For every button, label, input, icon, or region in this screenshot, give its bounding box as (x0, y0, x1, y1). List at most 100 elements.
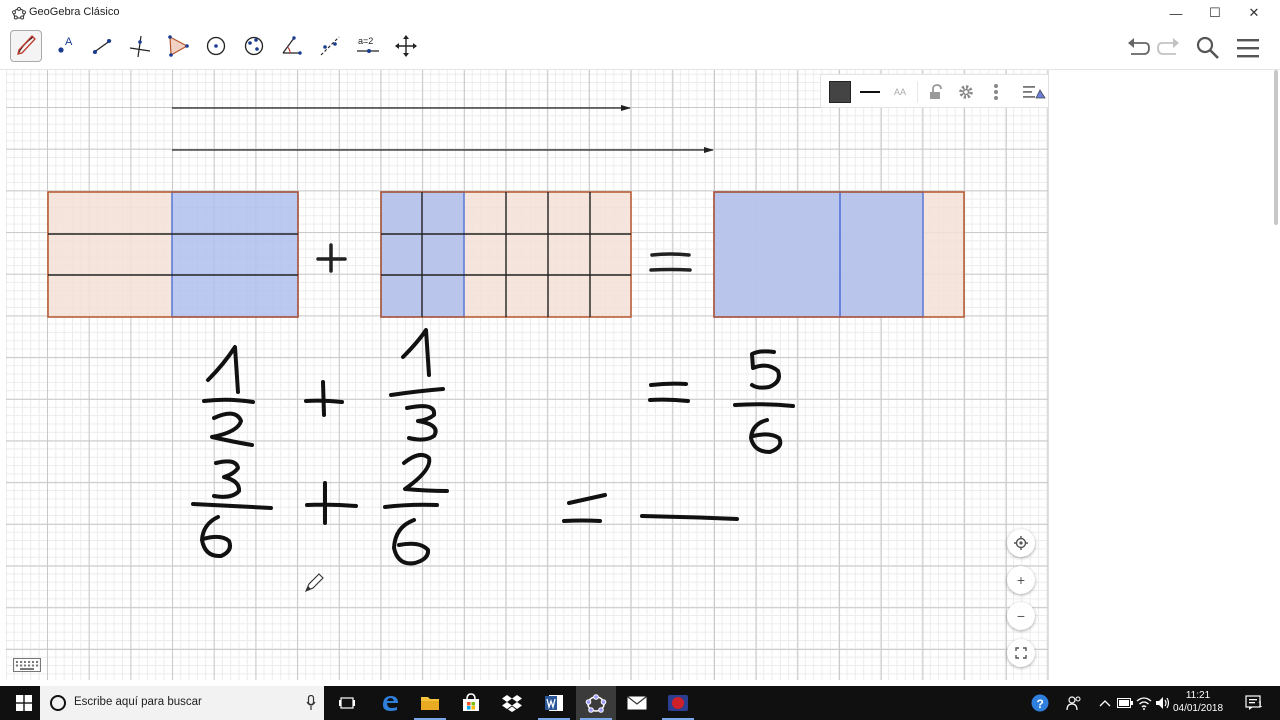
action-center-button[interactable]: 1 (1240, 686, 1268, 720)
more-icon (994, 84, 998, 100)
line-icon (92, 39, 112, 54)
line-style-button[interactable] (857, 79, 883, 105)
people-tray-button[interactable] (1062, 686, 1086, 720)
undo-button[interactable] (1124, 34, 1152, 62)
mail-icon (627, 696, 647, 710)
handwritten-plus (305, 481, 358, 525)
pen-icon (17, 35, 36, 55)
scrollbar[interactable] (1274, 70, 1278, 225)
reflect-tool-button[interactable] (314, 30, 346, 62)
handwritten-equals (648, 381, 690, 403)
stylebar-divider (917, 81, 918, 103)
clock-time: 11:21 (1185, 690, 1211, 701)
taskbar-clock[interactable]: 11:21 04/01/2018 (1168, 689, 1228, 715)
fraction-rect-third[interactable] (380, 191, 632, 318)
undo-icon (1128, 38, 1150, 55)
close-button[interactable]: ✕ (1235, 0, 1273, 26)
fraction-rect-result[interactable] (713, 191, 965, 318)
taskbar-store-button[interactable] (451, 686, 491, 720)
color-swatch (829, 81, 851, 103)
text-size-button[interactable]: AA (887, 79, 913, 105)
perpendicular-tool-button[interactable] (124, 30, 156, 62)
graphics-view[interactable]: AA + − (6, 70, 1048, 680)
fullscreen-button[interactable] (1007, 639, 1035, 667)
help-tray-button[interactable]: ? (1027, 686, 1053, 720)
ellipse-tool-button[interactable] (238, 30, 270, 62)
circle-tool-button[interactable] (200, 30, 232, 62)
color-swatch-button[interactable] (827, 79, 853, 105)
svg-text:?: ? (1037, 697, 1044, 711)
circle-icon (206, 36, 226, 56)
geogebra-icon (585, 694, 607, 713)
more-options-button[interactable] (983, 79, 1009, 105)
standard-view-button[interactable] (1007, 529, 1035, 557)
line-tool-button[interactable] (86, 30, 118, 62)
svg-text:a=2: a=2 (358, 36, 373, 46)
handwritten-fraction-one-half (202, 345, 255, 447)
pen-tool-button[interactable] (10, 30, 42, 62)
gear-icon (959, 85, 973, 99)
battery-tray-icon[interactable] (1116, 686, 1134, 720)
text-size-icon: AA (893, 87, 906, 97)
title-bar: GeoGebra Clásico — ☐ ✕ (0, 0, 1280, 26)
maximize-button[interactable]: ☐ (1196, 0, 1234, 26)
taskbar-explorer-button[interactable] (410, 686, 450, 720)
notification-count: 1 (1258, 700, 1263, 709)
toolbar: A a=2 (0, 26, 1280, 70)
task-view-button[interactable] (327, 686, 367, 720)
fraction-rect-half[interactable] (47, 191, 299, 318)
side-panel (1048, 70, 1280, 680)
drawing-canvas[interactable] (6, 70, 1048, 680)
move-view-tool-button[interactable] (390, 30, 422, 62)
taskbar-edge-button[interactable] (370, 686, 410, 720)
chevron-up-icon (1099, 700, 1111, 707)
window-title: GeoGebra Clásico (29, 6, 120, 18)
point-tool-button[interactable]: A (48, 30, 80, 62)
handwritten-plus (304, 380, 344, 417)
wifi-tray-icon[interactable] (1135, 686, 1153, 720)
pencil-cursor-icon (304, 573, 324, 593)
taskbar-media-button[interactable] (658, 686, 698, 720)
line-style-icon (860, 91, 880, 93)
task-view-icon (339, 697, 355, 709)
search-icon (1196, 36, 1219, 59)
zoom-out-icon: − (1016, 608, 1026, 624)
taskbar-geogebra-button[interactable] (576, 686, 616, 720)
taskbar-word-button[interactable] (534, 686, 574, 720)
media-icon (668, 695, 688, 711)
handwritten-fraction-three-sixths (191, 459, 273, 559)
search-button[interactable] (1194, 34, 1222, 62)
polygon-tool-button[interactable] (162, 30, 194, 62)
main-menu-button[interactable] (1234, 34, 1262, 62)
settings-button[interactable] (953, 79, 979, 105)
battery-icon (1117, 698, 1133, 708)
slider-tool-button[interactable]: a=2 (352, 30, 384, 62)
lock-button[interactable] (923, 79, 949, 105)
fullscreen-icon (1015, 647, 1027, 659)
tray-chevron-button[interactable] (1096, 686, 1114, 720)
dropbox-icon (502, 695, 522, 712)
handwritten-fraction-two-sixths (383, 452, 449, 566)
handwritten-fraction-five-sixths (733, 349, 795, 454)
angle-tool-button[interactable] (276, 30, 308, 62)
people-icon (1066, 696, 1081, 711)
zoom-in-button[interactable]: + (1007, 566, 1035, 594)
help-icon: ? (1031, 694, 1049, 712)
handwritten-equals (562, 493, 607, 523)
taskbar-mail-button[interactable] (617, 686, 657, 720)
ellipse-icon (244, 36, 264, 56)
taskbar-search-box[interactable]: Escribe aquí para buscar (40, 686, 324, 720)
svg-text:A: A (65, 36, 73, 48)
zoom-out-button[interactable]: − (1007, 602, 1035, 630)
toggle-style-icon (1023, 86, 1046, 99)
keyboard-button[interactable] (12, 656, 42, 674)
toggle-stylebar-button[interactable] (1021, 79, 1047, 105)
zoom-in-icon: + (1016, 572, 1026, 588)
cortana-icon (50, 695, 66, 711)
start-button[interactable] (8, 686, 40, 720)
microphone-icon[interactable] (304, 694, 318, 712)
taskbar-dropbox-button[interactable] (492, 686, 532, 720)
redo-button[interactable] (1155, 34, 1183, 62)
minimize-button[interactable]: — (1157, 0, 1195, 26)
search-placeholder: Escribe aquí para buscar (74, 696, 202, 708)
